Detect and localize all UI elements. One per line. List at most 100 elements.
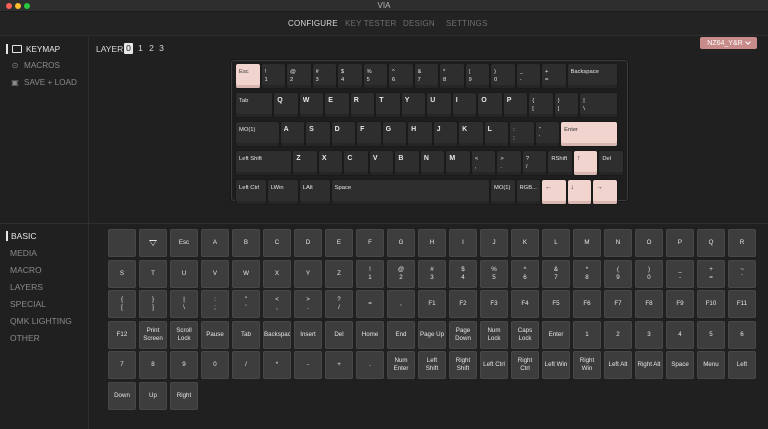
- palette-key-left-shift[interactable]: Left Shift: [418, 351, 446, 379]
- tab-settings[interactable]: SETTINGS: [446, 19, 488, 28]
- palette-key-3[interactable]: 3: [635, 320, 663, 349]
- palette-key-t[interactable]: T: [139, 259, 167, 288]
- keyboard-key-j[interactable]: J: [433, 122, 458, 146]
- palette-key-c[interactable]: C: [263, 229, 291, 257]
- keyboard-key-symbol[interactable]: _ -: [516, 64, 540, 88]
- keyboard-key-9[interactable]: ( 9: [465, 64, 489, 88]
- palette-key-transparent[interactable]: [139, 229, 167, 257]
- palette-key-9[interactable]: ( 9: [604, 259, 632, 288]
- palette-key-f1[interactable]: F1: [418, 290, 446, 318]
- palette-key-n[interactable]: N: [604, 229, 632, 257]
- keyboard-key-mo-1[interactable]: MO(1): [491, 180, 515, 204]
- keyboard-key-2[interactable]: @ 2: [287, 64, 311, 88]
- layer-2-button[interactable]: 2: [147, 43, 156, 54]
- palette-key-num-enter[interactable]: Num Enter: [387, 351, 415, 379]
- palette-key-u[interactable]: U: [170, 259, 198, 288]
- palette-key-symbol[interactable]: ~ `: [728, 259, 756, 288]
- palette-key-6[interactable]: ^ 6: [511, 259, 539, 288]
- palette-key-f[interactable]: F: [356, 229, 384, 257]
- palette-key-2[interactable]: 2: [604, 320, 632, 349]
- keyboard-key-rshift[interactable]: RShift: [548, 151, 572, 175]
- layer-0-button[interactable]: 0: [124, 43, 133, 54]
- keyboard-key-s[interactable]: S: [306, 122, 330, 146]
- keyboard-key-symbol[interactable]: | \: [580, 93, 617, 117]
- category-macro[interactable]: MACRO: [10, 265, 42, 275]
- layer-1-button[interactable]: 1: [136, 43, 145, 54]
- palette-key-8[interactable]: 8: [139, 351, 167, 379]
- palette-key-q[interactable]: Q: [697, 229, 725, 257]
- palette-key-num-lock[interactable]: Num Lock: [480, 320, 508, 349]
- palette-key-9[interactable]: 9: [170, 351, 198, 379]
- keyboard-key-e[interactable]: E: [325, 93, 349, 117]
- palette-key-4[interactable]: $ 4: [449, 259, 477, 288]
- keyboard-key-v[interactable]: V: [369, 151, 394, 175]
- palette-key-f7[interactable]: F7: [604, 290, 632, 318]
- tab-key-tester[interactable]: KEY TESTER: [345, 19, 397, 28]
- keyboard-key-enter[interactable]: Enter: [561, 122, 617, 146]
- palette-key-right-shift[interactable]: Right Shift: [449, 351, 477, 379]
- keyboard-key-4[interactable]: $ 4: [338, 64, 362, 88]
- palette-key-tab[interactable]: Tab: [232, 320, 260, 349]
- palette-key-symbol[interactable]: *: [263, 351, 291, 379]
- keyboard-key-o[interactable]: O: [478, 93, 502, 117]
- keyboard-key-r[interactable]: R: [350, 93, 375, 117]
- keyboard-key-6[interactable]: ^ 6: [389, 64, 413, 88]
- sidebar-item-save-load[interactable]: ▣ SAVE + LOAD: [10, 78, 77, 87]
- palette-key-e[interactable]: E: [325, 229, 353, 257]
- palette-key-right-ctrl[interactable]: Right Ctrl: [511, 351, 539, 379]
- palette-key-right[interactable]: Right: [170, 381, 198, 410]
- keyboard-key-l[interactable]: L: [484, 122, 509, 146]
- palette-key-4[interactable]: 4: [666, 320, 694, 349]
- palette-key-z[interactable]: Z: [325, 259, 353, 288]
- palette-key-symbol[interactable]: | \: [170, 290, 198, 318]
- keyboard-key-k[interactable]: K: [459, 122, 483, 146]
- palette-key-down[interactable]: Down: [108, 381, 136, 410]
- palette-key-end[interactable]: End: [387, 320, 415, 349]
- keyboard-key-f[interactable]: F: [357, 122, 381, 146]
- keyboard-key-3[interactable]: # 3: [312, 64, 336, 88]
- palette-key-f11[interactable]: F11: [728, 290, 756, 318]
- category-media[interactable]: MEDIA: [10, 248, 37, 258]
- palette-key-page-down[interactable]: Page Down: [449, 320, 477, 349]
- keyboard-key-1[interactable]: ! 1: [261, 64, 285, 88]
- keyboard-key-symbol[interactable]: ↑: [573, 151, 598, 175]
- palette-key-enter[interactable]: Enter: [542, 320, 570, 349]
- keyboard-key-lalt[interactable]: LAlt: [299, 180, 330, 204]
- palette-key-symbol[interactable]: ? /: [325, 290, 353, 318]
- palette-key-5[interactable]: 5: [697, 320, 725, 349]
- keyboard-key-0[interactable]: ) 0: [491, 64, 515, 88]
- palette-key-left[interactable]: Left: [728, 351, 756, 379]
- keyboard-select[interactable]: NZ64_Y&R: [700, 37, 757, 49]
- palette-key-symbol[interactable]: : ;: [201, 290, 229, 318]
- palette-key-f4[interactable]: F4: [511, 290, 539, 318]
- keyboard-key-i[interactable]: I: [452, 93, 477, 117]
- keyboard-key-symbol[interactable]: { [: [529, 93, 553, 117]
- keyboard-key-b[interactable]: B: [395, 151, 419, 175]
- keyboard-key-h[interactable]: H: [408, 122, 432, 146]
- keyboard-key-symbol[interactable]: ? /: [522, 151, 547, 175]
- keyboard-key-left-ctrl[interactable]: Left Ctrl: [236, 180, 266, 204]
- palette-key-f12[interactable]: F12: [108, 320, 136, 349]
- keyboard-key-p[interactable]: P: [503, 93, 528, 117]
- keyboard-key-symbol[interactable]: ←: [542, 180, 566, 204]
- palette-key-h[interactable]: H: [418, 229, 446, 257]
- palette-key-l[interactable]: L: [542, 229, 570, 257]
- sidebar-item-keymap[interactable]: KEYMAP: [6, 44, 60, 54]
- palette-key-right-alt[interactable]: Right Alt: [635, 351, 663, 379]
- tab-configure[interactable]: CONFIGURE: [288, 19, 338, 28]
- palette-key-print-screen[interactable]: Print Screen: [139, 320, 167, 349]
- keyboard-key-symbol[interactable]: →: [593, 180, 617, 204]
- palette-key-symbol[interactable]: .: [356, 351, 384, 379]
- category-qmk-lighting[interactable]: QMK LIGHTING: [10, 316, 72, 326]
- palette-key-symbol[interactable]: -: [294, 351, 322, 379]
- keyboard-key-7[interactable]: & 7: [414, 64, 438, 88]
- palette-key-page-up[interactable]: Page Up: [418, 320, 446, 349]
- keyboard-key-backspace[interactable]: Backspace: [567, 64, 617, 88]
- palette-key-3[interactable]: # 3: [418, 259, 446, 288]
- palette-key-f10[interactable]: F10: [697, 290, 725, 318]
- palette-key-space[interactable]: Space: [666, 351, 694, 379]
- palette-key-menu[interactable]: Menu: [697, 351, 725, 379]
- tab-design[interactable]: DESIGN: [403, 19, 435, 28]
- palette-key-r[interactable]: R: [728, 229, 756, 257]
- palette-key-f2[interactable]: F2: [449, 290, 477, 318]
